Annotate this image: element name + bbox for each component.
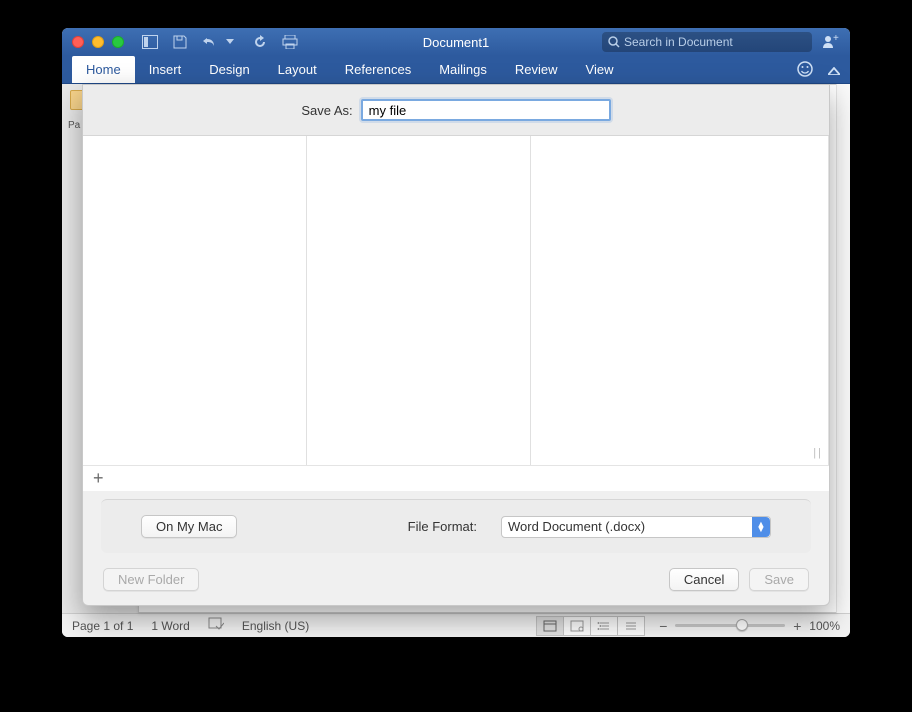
search-placeholder: Search in Document [624,35,733,49]
window-close-button[interactable] [72,36,84,48]
save-icon[interactable] [172,34,188,50]
tab-references[interactable]: References [331,56,425,83]
zoom-out-button[interactable]: − [657,618,669,634]
window-minimize-button[interactable] [92,36,104,48]
spellcheck-icon[interactable] [208,617,224,634]
tab-view[interactable]: View [572,56,628,83]
undo-icon[interactable] [202,34,218,50]
view-outline-icon[interactable] [590,616,618,636]
undo-dropdown-icon[interactable] [222,34,238,50]
tab-layout[interactable]: Layout [264,56,331,83]
view-print-layout-icon[interactable] [536,616,564,636]
cancel-button[interactable]: Cancel [669,568,739,591]
browser-column-1[interactable] [83,136,307,465]
browser-column-2[interactable] [307,136,531,465]
collapse-ribbon-icon[interactable] [828,63,840,78]
emoji-icon[interactable] [796,60,814,81]
print-icon[interactable] [282,34,298,50]
select-caret-icon: ▲▼ [752,517,770,537]
zoom-slider[interactable] [675,624,785,627]
search-input[interactable]: Search in Document [602,32,812,52]
save-button[interactable]: Save [749,568,809,591]
zoom-thumb[interactable] [736,619,748,631]
file-format-label: File Format: [408,519,477,534]
tab-review[interactable]: Review [501,56,572,83]
layout-icon[interactable] [142,34,158,50]
share-icon[interactable]: + [822,33,840,52]
repeat-icon[interactable] [252,34,268,50]
status-bar: Page 1 of 1 1 Word English (US) − + 100% [62,613,850,637]
titlebar: Document1 Search in Document + [62,28,850,56]
on-my-mac-button[interactable]: On My Mac [141,515,237,538]
zoom-percent[interactable]: 100% [809,619,840,633]
view-draft-icon[interactable] [617,616,645,636]
tab-insert[interactable]: Insert [135,56,196,83]
ribbon-tabs: Home Insert Design Layout References Mai… [62,56,850,84]
file-browser[interactable]: || [83,136,829,465]
new-folder-button[interactable]: New Folder [103,568,199,591]
window-zoom-button[interactable] [112,36,124,48]
view-web-layout-icon[interactable] [563,616,591,636]
resize-handle-icon[interactable]: || [813,447,823,459]
status-page[interactable]: Page 1 of 1 [72,619,133,633]
status-word-count[interactable]: 1 Word [151,619,189,633]
svg-text:+: + [833,33,839,44]
zoom-in-button[interactable]: + [791,618,803,634]
filename-input[interactable] [361,99,611,121]
file-format-value: Word Document (.docx) [508,519,645,534]
status-language[interactable]: English (US) [242,619,309,633]
tab-home[interactable]: Home [72,56,135,83]
paste-label-fragment: Pa [68,120,80,131]
tab-design[interactable]: Design [195,56,263,83]
window-title: Document1 [423,35,489,50]
plus-icon: + [93,468,104,489]
add-location-button[interactable]: + [83,465,829,491]
browser-column-3[interactable]: || [531,136,829,465]
file-format-select[interactable]: Word Document (.docx) ▲▼ [501,516,771,538]
save-dialog: Save As: || + On My Mac File Format: Wor… [82,84,830,606]
tab-mailings[interactable]: Mailings [425,56,501,83]
save-as-label: Save As: [301,103,352,118]
vertical-scrollbar[interactable] [836,84,850,613]
